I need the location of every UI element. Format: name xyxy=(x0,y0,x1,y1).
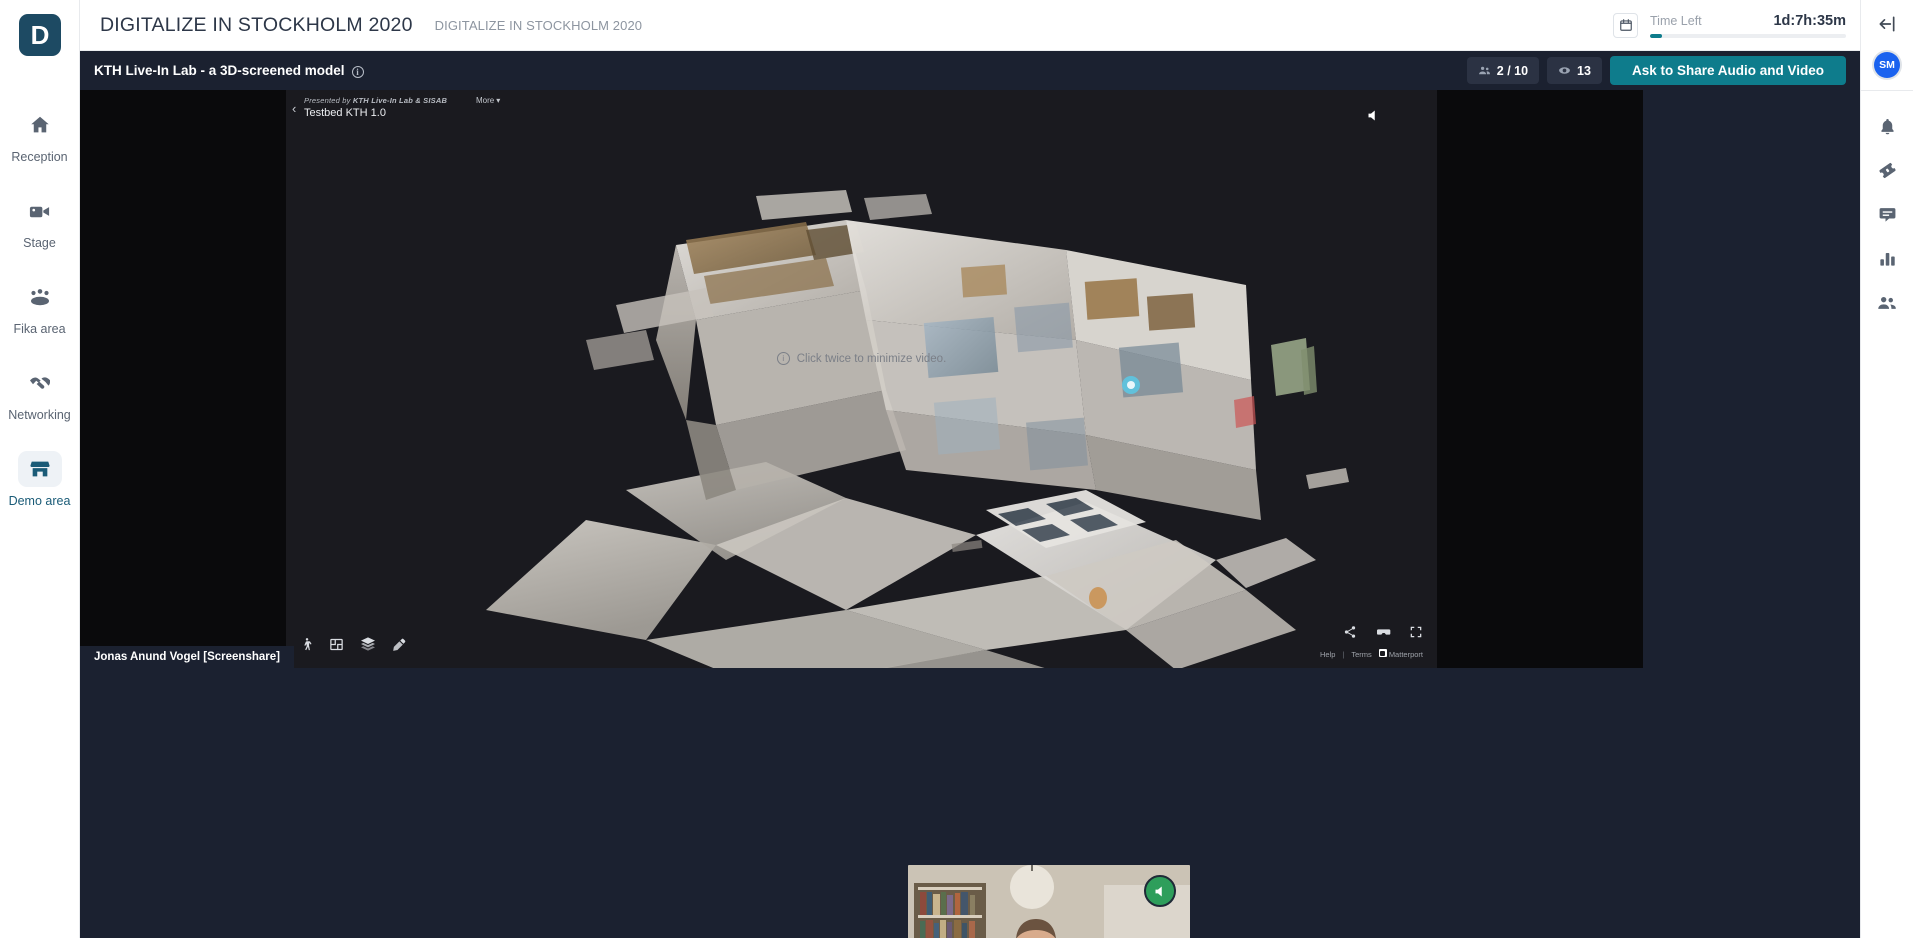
group-icon xyxy=(18,279,62,315)
terms-link[interactable]: Terms xyxy=(1351,650,1371,659)
right-sidebar-header: SM xyxy=(1861,0,1913,91)
vr-goggles-icon[interactable] xyxy=(1375,624,1391,640)
matterport-more-button[interactable]: More ▾ xyxy=(476,96,500,105)
matterport-view-tools xyxy=(300,636,407,652)
presented-by-prefix: Presented by xyxy=(304,96,353,105)
sidebar-item-label: Networking xyxy=(8,408,71,422)
matterport-model-title: Testbed KTH 1.0 xyxy=(304,107,386,119)
floorplan-icon[interactable] xyxy=(329,637,344,652)
bell-icon[interactable] xyxy=(1878,117,1897,136)
presented-by-brand: KTH Live-In Lab & SISAB xyxy=(353,96,447,105)
timer-progress-fill xyxy=(1650,34,1662,38)
right-sidebar: SM xyxy=(1860,0,1913,938)
help-link[interactable]: Help xyxy=(1320,650,1335,659)
people-icon xyxy=(1478,64,1491,77)
matterport-viewer[interactable]: ‹ Presented by KTH Live-In Lab & SISAB T… xyxy=(286,90,1437,668)
home-icon xyxy=(18,107,62,143)
chart-icon[interactable] xyxy=(1878,249,1897,268)
attendee-count-badge[interactable]: 2 / 10 xyxy=(1467,57,1539,84)
3d-model-render xyxy=(286,90,1437,668)
info-icon[interactable]: i xyxy=(352,66,364,78)
share-icon[interactable] xyxy=(1343,625,1357,639)
viewer-count-value: 13 xyxy=(1577,64,1591,78)
stage-title-text: KTH Live-In Lab - a 3D-screened model xyxy=(94,63,345,78)
sidebar-item-networking[interactable]: Networking xyxy=(0,356,79,428)
speaker-icon[interactable] xyxy=(1366,108,1381,123)
stage-header: KTH Live-In Lab - a 3D-screened model i 2… xyxy=(80,51,1860,90)
event-title: DIGITALIZE IN STOCKHOLM 2020 xyxy=(100,14,413,37)
main-content: DIGITALIZE IN STOCKHOLM 2020 DIGITALIZE … xyxy=(80,0,1860,938)
viewer-count-badge[interactable]: 13 xyxy=(1547,57,1602,84)
matterport-logo-icon xyxy=(1379,649,1387,657)
measure-tape-icon[interactable] xyxy=(392,637,407,652)
chevron-left-icon[interactable]: ‹ xyxy=(292,101,296,116)
dollhouse-layers-icon[interactable] xyxy=(360,636,376,652)
participant-video-tile[interactable]: Jonas Anund Vogel xyxy=(908,865,1190,938)
chevron-down-icon: ▾ xyxy=(496,96,500,105)
sidebar-item-demo-area[interactable]: Demo area xyxy=(0,442,79,514)
attendee-count-value: 2 / 10 xyxy=(1497,64,1528,78)
top-bar: DIGITALIZE IN STOCKHOLM 2020 DIGITALIZE … xyxy=(80,0,1860,51)
matterport-brand[interactable]: Matterport xyxy=(1379,649,1423,659)
matterport-right-tools xyxy=(1343,624,1423,640)
more-label: More xyxy=(476,96,494,105)
booth-icon xyxy=(18,451,62,487)
brand-logo[interactable]: D xyxy=(19,14,61,56)
minimize-video-hint: i Click twice to minimize video. xyxy=(286,352,1437,365)
sidebar-item-label: Reception xyxy=(11,150,67,164)
stage-body: ‹ Presented by KTH Live-In Lab & SISAB T… xyxy=(80,90,1860,938)
sidebar-item-reception[interactable]: Reception xyxy=(0,98,79,170)
matterport-brand-text: Matterport xyxy=(1389,650,1423,659)
info-icon: i xyxy=(777,352,790,365)
sidebar-item-fika-area[interactable]: Fika area xyxy=(0,270,79,342)
credits-separator: | xyxy=(1342,650,1344,659)
stage-title: KTH Live-In Lab - a 3D-screened model i xyxy=(94,63,364,79)
matterport-presented-by: Presented by KTH Live-In Lab & SISAB xyxy=(304,96,447,105)
eye-icon xyxy=(1558,64,1571,77)
sidebar-nav: Reception Stage xyxy=(0,98,79,528)
chat-icon[interactable] xyxy=(1878,205,1897,224)
calendar-icon[interactable] xyxy=(1613,13,1638,38)
handshake-icon xyxy=(18,365,62,401)
timer-label: Time Left xyxy=(1650,14,1702,28)
sidebar-item-label: Demo area xyxy=(9,494,71,508)
fullscreen-icon[interactable] xyxy=(1409,625,1423,639)
topbar-right-group: Time Left 1d:7h:35m xyxy=(1613,13,1860,38)
ask-to-share-button[interactable]: Ask to Share Audio and Video xyxy=(1610,56,1846,85)
sidebar-item-stage[interactable]: Stage xyxy=(0,184,79,256)
sidebar-item-label: Stage xyxy=(23,236,56,250)
minimize-hint-text: Click twice to minimize video. xyxy=(797,353,947,365)
stage-header-actions: 2 / 10 13 Ask to Share Audio and Video xyxy=(1467,56,1846,85)
timer-value: 1d:7h:35m xyxy=(1773,13,1846,29)
people-icon[interactable] xyxy=(1877,293,1897,313)
app-root: D Reception Stage xyxy=(0,0,1913,938)
right-sidebar-nav xyxy=(1877,91,1897,313)
event-timer: Time Left 1d:7h:35m xyxy=(1650,13,1846,38)
left-sidebar: D Reception Stage xyxy=(0,0,80,938)
event-subtitle: DIGITALIZE IN STOCKHOLM 2020 xyxy=(435,18,643,33)
screenshare-panel[interactable]: ‹ Presented by KTH Live-In Lab & SISAB T… xyxy=(80,90,1643,668)
matterport-topbar: ‹ Presented by KTH Live-In Lab & SISAB T… xyxy=(286,90,1437,132)
video-icon xyxy=(18,193,62,229)
sidebar-item-label: Fika area xyxy=(13,322,65,336)
avatar[interactable]: SM xyxy=(1874,52,1900,78)
walk-person-icon[interactable] xyxy=(300,636,313,652)
ticket-icon[interactable] xyxy=(1878,161,1897,180)
matterport-credits: Help | Terms Matterport xyxy=(1320,649,1423,659)
collapse-panel-icon[interactable] xyxy=(1877,14,1897,34)
screenshare-presenter-label: Jonas Anund Vogel [Screenshare] xyxy=(80,646,294,668)
mic-active-icon[interactable] xyxy=(1144,875,1176,907)
timer-progress-track xyxy=(1650,34,1846,38)
